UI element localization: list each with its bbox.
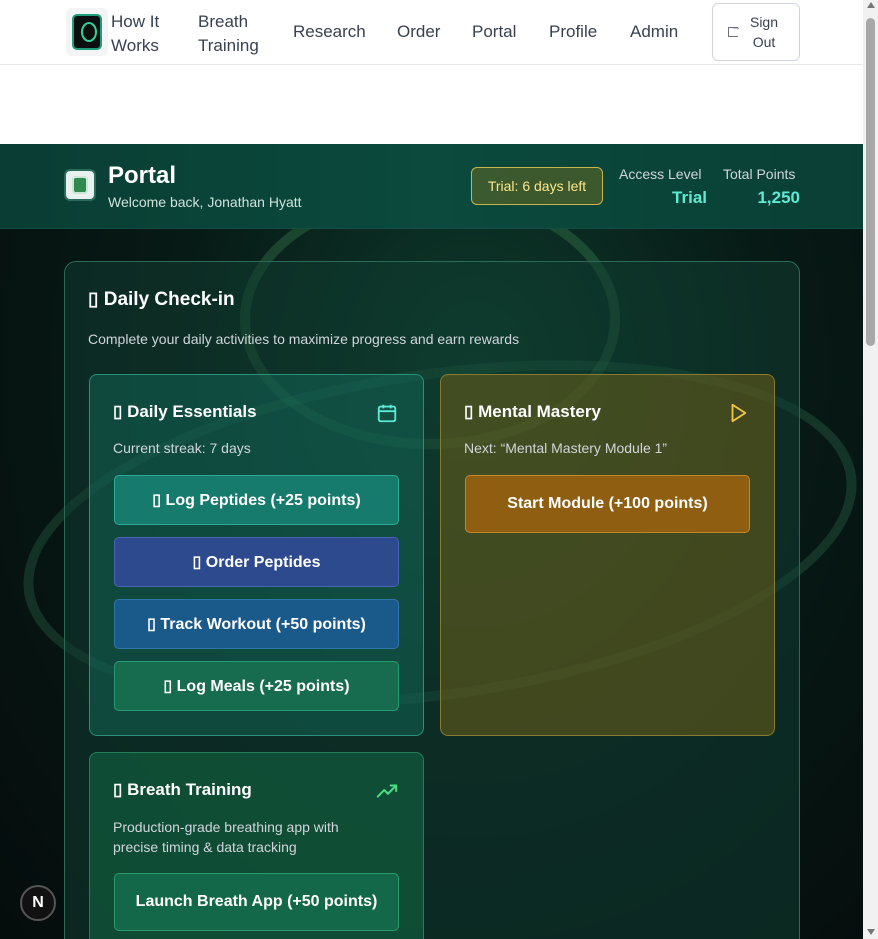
access-level-value: Trial [672,188,707,207]
scroll-up-arrow-icon[interactable] [867,2,875,8]
mental-mastery-card [440,374,775,736]
track-workout-button[interactable]: ▯ Track Workout (+50 points) [114,599,399,649]
next-module-text: Next: “Mental Mastery Module 1” [464,440,668,456]
nav-portal[interactable]: Portal [472,20,516,44]
portal-logo-icon [64,169,96,201]
scroll-down-arrow-icon[interactable] [867,929,875,935]
sign-out-button[interactable]: Sign Out [712,3,800,61]
brand-logo[interactable] [66,8,108,56]
nextjs-dev-badge[interactable]: N [20,885,56,921]
scrollbar-thumb[interactable] [866,18,875,346]
breath-training-description: Production-grade breathing app with prec… [113,819,339,855]
logo-mark-icon [72,14,102,50]
nav-research[interactable]: Research [293,20,366,44]
nav-how-it-works[interactable]: How It Works [111,10,159,58]
calendar-icon [377,404,397,423]
total-points-label: Total Points [723,166,796,182]
sign-out-icon [728,22,741,37]
nav-breath-training[interactable]: Breath Training [198,10,259,58]
mental-mastery-title: ▯ Mental Mastery [464,402,601,421]
daily-checkin-subtitle: Complete your daily activities to maximi… [88,331,520,347]
nav-profile[interactable]: Profile [549,20,597,44]
page-title: Portal [108,162,177,189]
play-icon [731,403,747,423]
log-peptides-button[interactable]: ▯ Log Peptides (+25 points) [114,475,399,525]
log-meals-button[interactable]: ▯ Log Meals (+25 points) [114,661,399,711]
total-points-value: 1,250 [757,188,800,207]
daily-essentials-title: ▯ Daily Essentials [113,402,257,421]
daily-checkin-title: ▯ Daily Check-in [88,289,235,310]
trending-up-icon [376,784,398,798]
start-module-button[interactable]: Start Module (+100 points) [465,475,750,533]
portal-header: Portal Welcome back, Jonathan Hyatt Tria… [0,144,863,229]
launch-breath-app-button[interactable]: Launch Breath App (+50 points) [114,873,399,931]
nav-admin[interactable]: Admin [630,20,678,44]
access-level-label: Access Level [619,166,702,182]
trial-status-badge: Trial: 6 days left [471,167,603,205]
top-navigation: How It Works Breath Training Research Or… [0,0,863,65]
breath-training-title: ▯ Breath Training [113,780,252,799]
streak-text: Current streak: 7 days [113,440,251,456]
welcome-message: Welcome back, Jonathan Hyatt [108,194,302,210]
nav-order[interactable]: Order [397,20,440,44]
order-peptides-button[interactable]: ▯ Order Peptides [114,537,399,587]
